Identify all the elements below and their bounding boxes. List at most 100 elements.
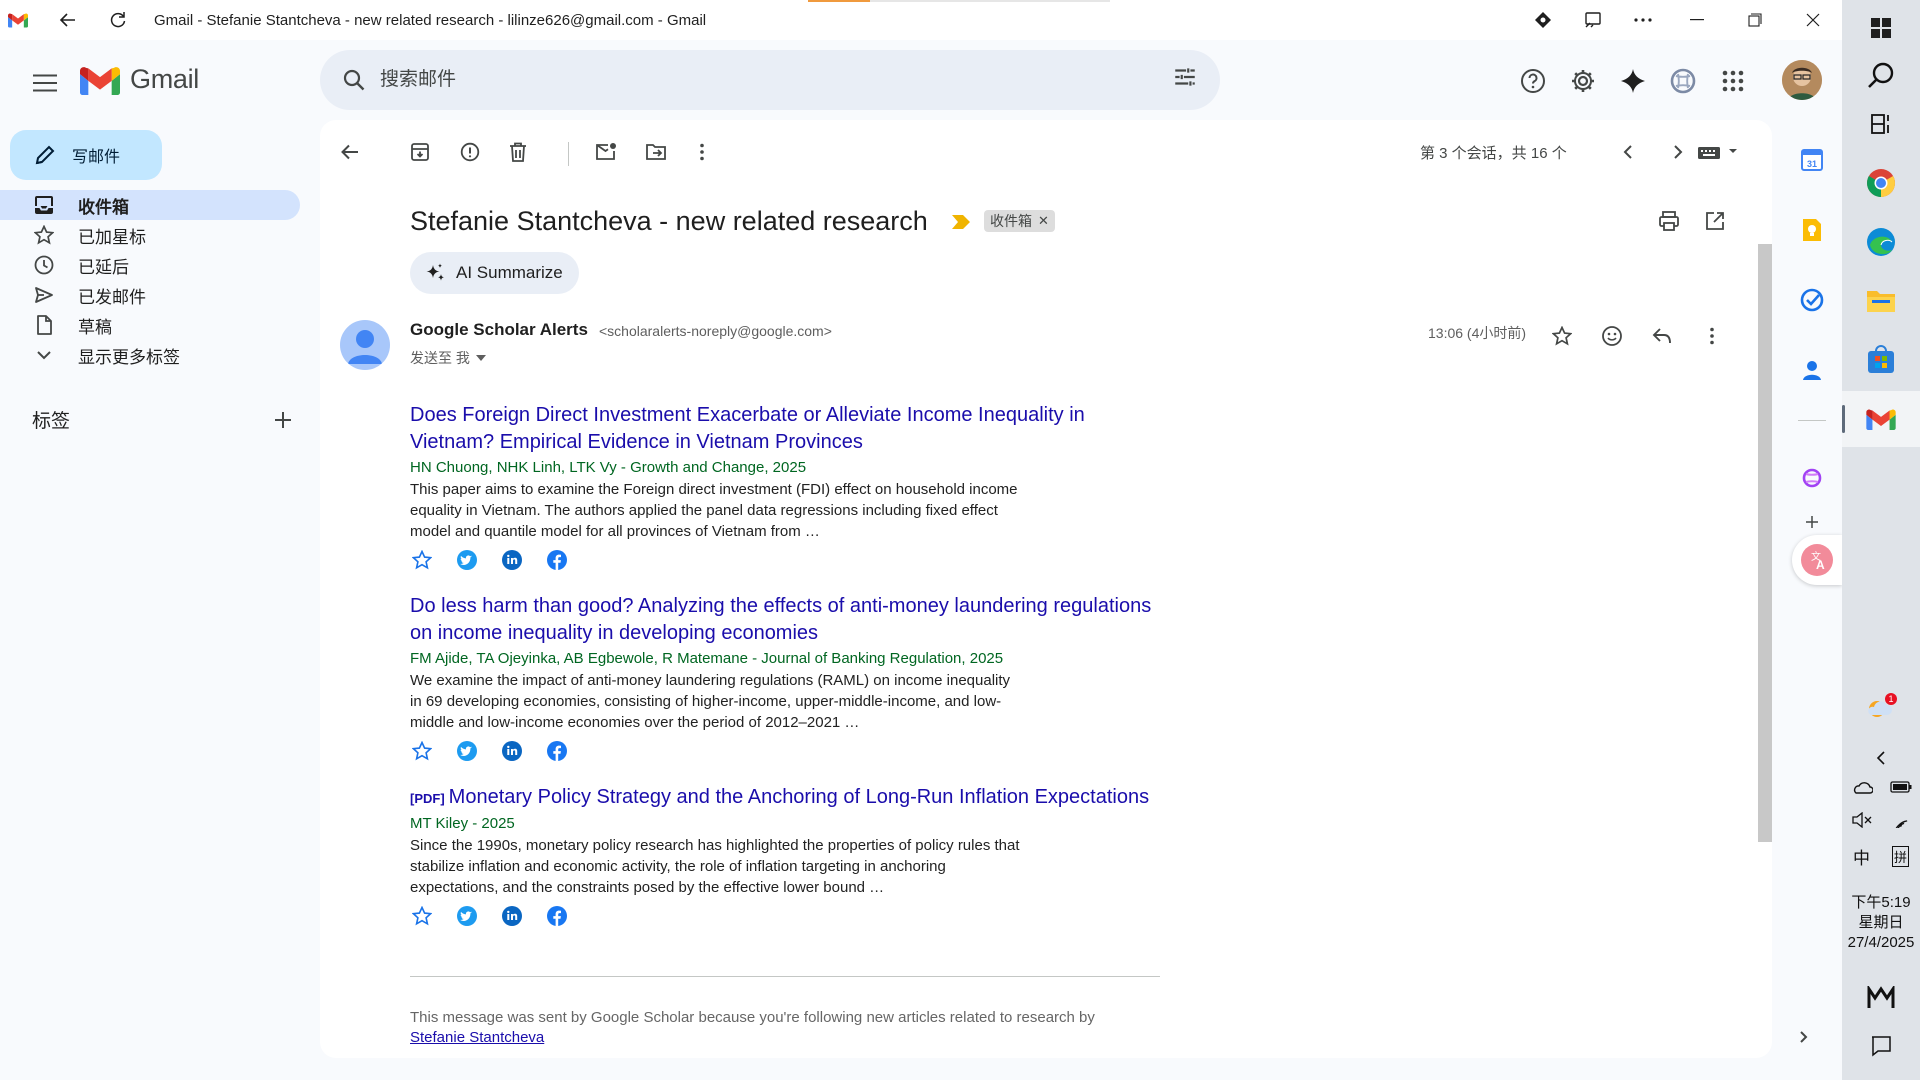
newer-conversation-icon[interactable] — [1610, 134, 1646, 170]
settings-gear-icon[interactable] — [1558, 58, 1608, 104]
nav-item-drafts[interactable]: 草稿 — [0, 310, 300, 340]
importance-marker-icon[interactable] — [952, 215, 970, 229]
nav-item-sent[interactable]: 已发邮件 — [0, 280, 300, 310]
more-options-icon[interactable] — [1618, 2, 1668, 38]
ai-assistant-icon[interactable] — [1658, 58, 1708, 104]
gmail-logo[interactable]: Gmail — [80, 64, 199, 95]
nav-item-more-labels[interactable]: 显示更多标签 — [0, 340, 300, 370]
twitter-icon[interactable] — [455, 548, 479, 572]
tasks-app-icon[interactable] — [1782, 272, 1842, 328]
article-title-link[interactable]: Does Foreign Direct Investment Exacerbat… — [410, 402, 1170, 456]
search-bar[interactable] — [320, 50, 1220, 110]
save-star-icon[interactable] — [410, 904, 434, 928]
translate-extension-button[interactable]: 文A — [1792, 535, 1842, 585]
add-reaction-icon[interactable] — [1594, 318, 1630, 354]
twitter-icon[interactable] — [455, 739, 479, 763]
facebook-icon[interactable] — [545, 739, 569, 763]
minimize-button[interactable] — [1668, 2, 1726, 38]
volume-muted-icon[interactable] — [1851, 812, 1872, 828]
conversation-pager: 第 3 个会话，共 16 个 — [1420, 145, 1567, 162]
nav-label: 已发邮件 — [78, 287, 146, 307]
twitter-icon[interactable] — [455, 904, 479, 928]
linkedin-icon[interactable] — [500, 548, 524, 572]
back-to-inbox-icon[interactable] — [332, 134, 368, 170]
restore-button[interactable] — [1726, 2, 1784, 38]
close-window-button[interactable] — [1784, 2, 1842, 38]
side-panel-divider — [1798, 420, 1826, 421]
contacts-app-icon[interactable] — [1782, 342, 1842, 398]
message-view: 第 3 个会话，共 16 个 Stefanie Stantcheva - new… — [320, 120, 1772, 1058]
show-hidden-icons[interactable] — [1842, 750, 1920, 766]
search-icon[interactable] — [338, 64, 370, 96]
inbox-label-chip[interactable]: 收件箱 ✕ — [984, 210, 1055, 232]
account-avatar[interactable] — [1782, 60, 1822, 100]
microsoft-store-icon[interactable] — [1842, 332, 1920, 388]
add-label-icon[interactable] — [274, 411, 292, 429]
move-to-icon[interactable] — [638, 134, 674, 170]
nav-label: 收件箱 — [78, 197, 129, 217]
message-scrollbar[interactable] — [1758, 182, 1772, 842]
ime-mode-indicator[interactable]: 中 — [1853, 844, 1870, 869]
recipient-details-toggle[interactable]: 发送至 我 — [410, 348, 486, 368]
nav-item-inbox[interactable]: 收件箱 — [0, 190, 300, 220]
ime-pinyin-indicator[interactable]: 拼 — [1891, 846, 1909, 867]
message-more-icon[interactable] — [1694, 318, 1730, 354]
email-subject: Stefanie Stantcheva - new related resear… — [410, 206, 928, 236]
draft-icon — [37, 315, 52, 335]
input-tools-keyboard-icon[interactable] — [1684, 134, 1754, 170]
wifi-icon[interactable] — [1891, 812, 1911, 828]
cast-icon[interactable] — [1568, 2, 1618, 38]
main-menu-button[interactable] — [24, 62, 66, 104]
back-button[interactable] — [50, 2, 86, 38]
open-in-new-window-icon[interactable] — [1704, 210, 1726, 232]
report-spam-icon[interactable] — [452, 134, 488, 170]
remove-label-icon[interactable]: ✕ — [1038, 213, 1049, 229]
mark-unread-icon[interactable] — [588, 134, 624, 170]
print-all-icon[interactable] — [1658, 210, 1680, 232]
add-addon-icon[interactable] — [1782, 512, 1842, 532]
facebook-icon[interactable] — [545, 904, 569, 928]
gemini-sparkle-icon[interactable] — [1608, 58, 1658, 104]
weather-widget-icon[interactable]: 1 — [1842, 680, 1920, 736]
save-star-icon[interactable] — [410, 548, 434, 572]
inbox-label-text: 收件箱 — [990, 213, 1032, 229]
extension-icon[interactable] — [1518, 2, 1568, 38]
facebook-icon[interactable] — [545, 548, 569, 572]
expand-side-panel-icon[interactable] — [1796, 1030, 1810, 1044]
compose-button[interactable]: 写邮件 — [10, 130, 162, 180]
search-input[interactable] — [380, 69, 1140, 91]
ai-summarize-button[interactable]: AI Summarize — [410, 252, 579, 294]
taskbar-clock[interactable]: 下午5:19 星期日 27/4/2025 — [1842, 893, 1920, 953]
nav-item-snoozed[interactable]: 已延后 — [0, 250, 300, 280]
archive-icon[interactable] — [402, 134, 438, 170]
chrome-taskbar-icon[interactable] — [1842, 155, 1920, 211]
help-icon[interactable] — [1508, 58, 1558, 104]
save-star-icon[interactable] — [410, 739, 434, 763]
delete-icon[interactable] — [500, 134, 536, 170]
star-message-icon[interactable] — [1544, 318, 1580, 354]
reply-icon[interactable] — [1644, 318, 1680, 354]
battery-icon[interactable] — [1889, 781, 1912, 793]
ai-addon-icon[interactable] — [1782, 450, 1842, 506]
onedrive-icon[interactable] — [1851, 780, 1873, 794]
keep-app-icon[interactable] — [1782, 202, 1842, 258]
google-apps-icon[interactable] — [1708, 58, 1758, 104]
reload-button[interactable] — [100, 2, 136, 38]
edge-taskbar-icon[interactable] — [1842, 214, 1920, 270]
calendar-app-icon[interactable]: 31 — [1782, 132, 1842, 188]
linkedin-icon[interactable] — [500, 739, 524, 763]
file-explorer-icon[interactable] — [1842, 273, 1920, 329]
task-view-icon[interactable] — [1842, 96, 1920, 152]
more-actions-icon[interactable] — [684, 134, 720, 170]
sender-avatar[interactable] — [340, 320, 390, 370]
gmail-taskbar-icon[interactable] — [1842, 391, 1920, 447]
article-title-link[interactable]: [PDF] Monetary Policy Strategy and the An… — [410, 784, 1170, 812]
sender-name[interactable]: Google Scholar Alerts — [410, 320, 588, 340]
message-toolbar: 第 3 个会话，共 16 个 — [320, 120, 1772, 182]
search-options-icon[interactable] — [1172, 64, 1198, 90]
linkedin-icon[interactable] — [500, 904, 524, 928]
notification-center-icon[interactable] — [1842, 1018, 1920, 1074]
footer-author-link[interactable]: Stefanie Stantcheva — [410, 1029, 544, 1046]
article-title-link[interactable]: Do less harm than good? Analyzing the ef… — [410, 593, 1170, 647]
nav-item-starred[interactable]: 已加星标 — [0, 220, 300, 250]
